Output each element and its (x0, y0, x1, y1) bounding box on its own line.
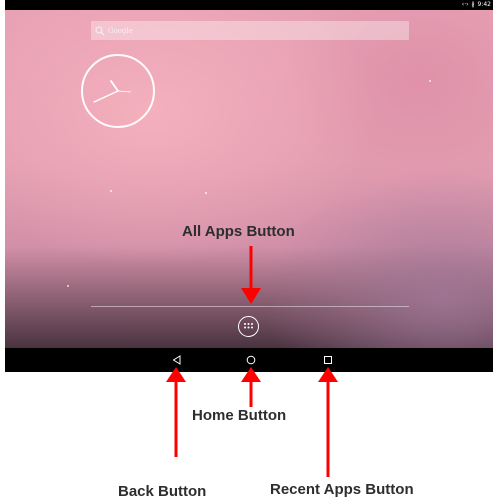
tablet-screen: ‹·› ∦ 9:42 Google (5, 0, 493, 372)
app-grid-icon (244, 323, 253, 329)
status-icons: ‹·› ∦ 9:42 (462, 1, 491, 8)
home-arrow (241, 367, 261, 407)
google-search-bar[interactable]: Google (91, 21, 409, 40)
back-callout-label: Back Button (118, 483, 207, 500)
recent-square-icon (324, 356, 332, 364)
recent-apps-callout-label: Recent Apps Button (270, 481, 414, 498)
home-callout-label: Home Button (192, 407, 287, 424)
all-apps-arrow (241, 246, 261, 304)
back-arrow (166, 367, 186, 457)
wallpaper-sparkle (205, 192, 207, 194)
home-circle-icon (246, 355, 256, 365)
clock-hands (93, 80, 132, 103)
recent-apps-arrow (318, 367, 338, 477)
wallpaper-sparkle (67, 285, 69, 287)
dock-divider (91, 306, 409, 307)
analog-clock-widget[interactable] (81, 54, 155, 128)
wifi-icon: ‹·› (461, 1, 469, 8)
search-icon (95, 26, 105, 35)
status-bar: ‹·› ∦ 9:42 (5, 0, 493, 10)
status-time: 9:42 (477, 1, 491, 8)
wallpaper-sparkle (429, 80, 431, 82)
all-apps-callout-label: All Apps Button (182, 223, 295, 240)
bluetooth-icon: ∦ (471, 1, 475, 8)
wallpaper-sparkle (110, 190, 112, 192)
all-apps-button[interactable] (238, 316, 259, 337)
back-triangle-icon (172, 355, 181, 365)
search-bar-text: Google (108, 26, 133, 35)
